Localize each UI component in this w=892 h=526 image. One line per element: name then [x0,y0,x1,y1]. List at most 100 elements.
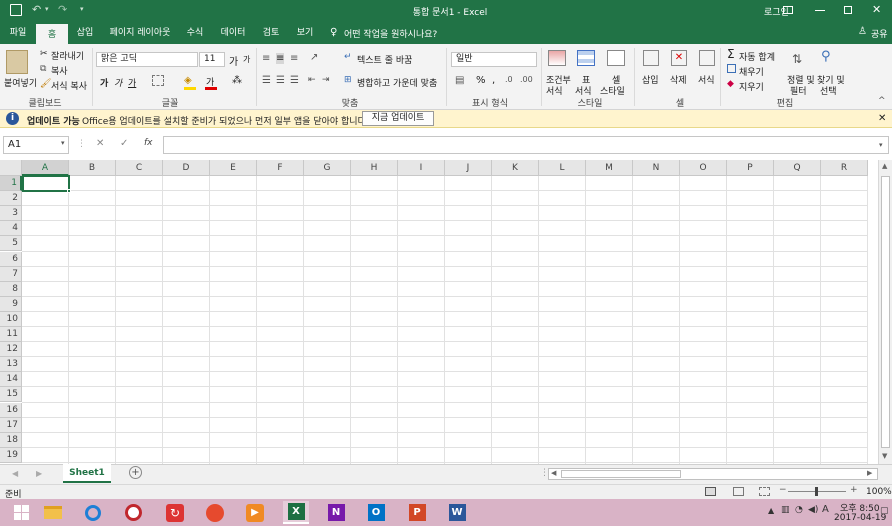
tab-file[interactable]: 파일 [2,22,34,44]
increase-indent-icon[interactable]: ⇥ [322,75,330,85]
decrease-indent-icon[interactable]: ⇤ [308,75,316,85]
phonetic-icon[interactable]: ⁂ [232,75,242,86]
scroll-up-icon[interactable]: ▲ [882,162,887,170]
column-header-o[interactable]: O [680,160,727,176]
align-bottom-icon[interactable]: ≡ [290,53,298,64]
onenote-icon[interactable]: N [323,501,349,524]
undo-icon[interactable]: ↶ [32,3,41,16]
name-box-dropdown-icon[interactable]: ▾ [61,139,65,147]
windows-icon[interactable] [8,501,34,524]
column-header-n[interactable]: N [633,160,680,176]
page-layout-view-icon[interactable] [733,487,744,496]
row-header-9[interactable]: 9 [0,296,22,312]
file-explorer-icon[interactable] [40,501,66,524]
tell-me-box[interactable]: 어떤 작업을 원하시나요? [344,27,437,40]
tab-review[interactable]: 검토 [256,22,286,44]
prev-sheet-icon[interactable]: ◀ [12,469,18,478]
font-shrink-button[interactable]: 가 [243,54,250,65]
column-header-k[interactable]: K [492,160,539,176]
column-header-h[interactable]: H [351,160,398,176]
align-center-icon[interactable]: ☰ [276,75,285,86]
tray-chevron-icon[interactable]: ▲ [768,506,774,515]
scroll-right-icon[interactable]: ▶ [867,469,872,477]
row-header-16[interactable]: 16 [0,402,22,418]
tab-data[interactable]: 데이터 [214,22,252,44]
minimize-icon[interactable] [815,10,825,11]
format-painter-button[interactable]: 서식 복사 [51,79,87,92]
column-header-q[interactable]: Q [774,160,821,176]
row-header-4[interactable]: 4 [0,221,22,237]
merge-center-button[interactable]: 병합하고 가운데 맞춤 [357,76,437,89]
insert-function-button[interactable]: fx [144,138,153,148]
redo-icon[interactable]: ↷ [58,3,67,16]
insert-cells-button[interactable]: 삽입 [642,73,659,86]
media-player-icon[interactable]: ▶ [242,501,268,524]
volume-icon[interactable]: ◀) [808,505,818,515]
tab-formulas[interactable]: 수식 [180,22,210,44]
autosum-button[interactable]: 자동 합계 [739,50,775,63]
fill-handle[interactable] [67,189,71,193]
column-header-c[interactable]: C [116,160,163,176]
normal-view-icon[interactable] [705,487,716,496]
clock-date[interactable]: 2017-04-19 [834,513,886,523]
align-top-icon[interactable]: ≡ [262,53,270,64]
restore-icon[interactable] [844,6,852,14]
message-close-icon[interactable]: ✕ [878,113,886,124]
row-header-19[interactable]: 19 [0,447,22,463]
row-header-18[interactable]: 18 [0,432,22,448]
outlook-icon[interactable]: O [363,501,389,524]
format-cells-button[interactable]: 서식 [698,73,715,86]
bold-button[interactable]: 가 [100,76,108,89]
increase-decimal-icon[interactable]: .0 [505,75,513,84]
underline-button[interactable]: 가 [128,76,136,89]
save-icon[interactable] [10,4,22,16]
edge-icon[interactable] [80,501,106,524]
network-icon[interactable]: ▥ [781,505,790,515]
undo-dropdown-icon[interactable]: ▾ [45,5,49,13]
fill-button[interactable]: 채우기 [739,65,764,78]
scroll-left-icon[interactable]: ◀ [551,469,556,477]
name-box[interactable]: A1 [3,136,69,154]
ime-icon[interactable]: A [822,504,829,515]
share-button[interactable]: 공유 [871,27,888,40]
row-header-8[interactable]: 8 [0,281,22,297]
expand-formula-icon[interactable]: ▾ [879,141,883,149]
decrease-decimal-icon[interactable]: .00 [520,75,533,84]
word-icon[interactable]: W [444,501,470,524]
number-format-select[interactable]: 일반 [451,52,537,67]
font-grow-button[interactable]: 가 [229,53,238,68]
column-header-b[interactable]: B [69,160,116,176]
row-header-11[interactable]: 11 [0,327,22,342]
percent-button[interactable]: % [476,75,486,86]
horizontal-scrollbar[interactable]: ◀ ▶ [548,468,878,480]
notification-icon[interactable]: ▢ [880,506,889,516]
app-red-icon[interactable] [120,501,146,524]
row-header-13[interactable]: 13 [0,357,22,373]
customize-qat-icon[interactable]: ▾ [80,5,84,13]
clipboard-paste-icon[interactable] [6,50,28,74]
page-break-view-icon[interactable] [759,487,770,496]
tab-home[interactable]: 홈 [36,24,68,44]
select-all-corner[interactable] [0,160,22,176]
align-right-icon[interactable]: ☰ [290,75,299,86]
row-header-17[interactable]: 17 [0,417,22,433]
column-header-g[interactable]: G [304,160,351,176]
horizontal-scroll-thumb[interactable] [561,470,681,478]
column-header-i[interactable]: I [398,160,445,176]
update-now-button[interactable]: 지금 업데이트 [362,111,434,126]
column-header-r[interactable]: R [821,160,868,176]
sheet-tab-sheet1[interactable]: Sheet1 [63,464,111,483]
tab-insert[interactable]: 삽입 [70,22,100,44]
fill-color-icon[interactable]: ◈ [184,75,192,86]
align-left-icon[interactable]: ☰ [262,75,271,86]
cut-button[interactable]: 잘라내기 [51,49,84,62]
clear-button[interactable]: 지우기 [739,80,764,93]
borders-icon[interactable] [152,75,164,86]
column-header-j[interactable]: J [445,160,492,176]
column-header-l[interactable]: L [539,160,586,176]
column-header-d[interactable]: D [163,160,210,176]
active-cell[interactable] [22,175,70,192]
font-name-select[interactable]: 맑은 고딕 [96,52,198,67]
delete-cells-button[interactable]: 삭제 [670,73,687,86]
orientation-icon[interactable]: ↗ [310,52,318,63]
